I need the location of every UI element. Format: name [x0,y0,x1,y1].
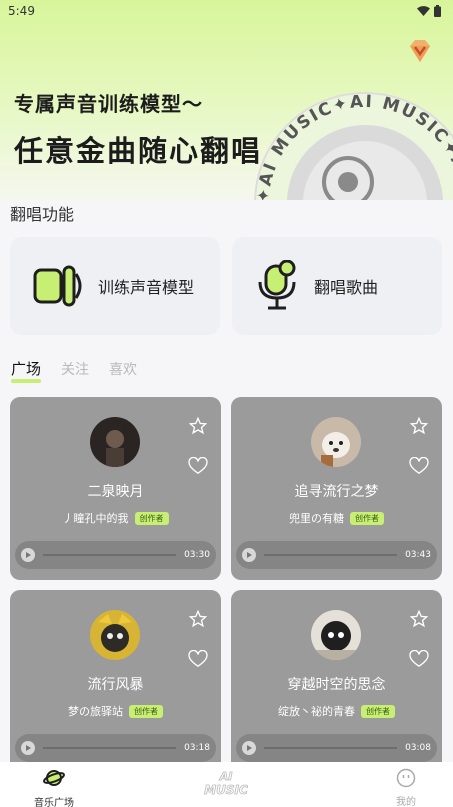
nav-music-square-label: 音乐广场 [34,798,74,807]
status-time: 5:49 [8,4,35,18]
song-card[interactable]: 穿越时空的思念 绽放丶祕的青春 创作者 03:08 [231,590,442,773]
song-title: 流行风暴 [87,677,144,693]
progress-bar[interactable] [264,747,398,749]
play-icon[interactable] [242,548,256,562]
ai-music-logo[interactable]: AI MUSIC [195,768,257,798]
song-duration: 03:08 [405,743,431,753]
play-icon[interactable] [242,741,256,755]
banner-title: 任意金曲随心翻唱 [14,134,263,168]
avatar[interactable] [90,417,140,467]
song-title: 追寻流行之梦 [294,484,379,500]
song-author[interactable]: 绽放丶祕的青春 [278,703,355,719]
avatar[interactable] [311,610,361,660]
cover-song-label: 翻唱歌曲 [314,278,379,297]
heart-icon[interactable] [409,457,429,475]
speaker-icon [33,265,82,307]
vinyl-disc-icon: ✦AI MUSIC✦AI MUSIC✦AI MUSIC✦ [254,92,453,200]
logo-music-text: MUSIC [204,783,248,797]
progress-bar[interactable] [264,554,398,556]
star-icon[interactable] [410,417,428,435]
nav-music-square[interactable]: 音乐广场 [24,762,84,807]
audio-player: 03:18 [15,734,216,762]
creator-badge: 创作者 [350,511,384,525]
train-voice-model-card[interactable]: 训练声音模型 [10,237,220,335]
play-icon[interactable] [21,741,35,755]
planet-icon [43,770,65,786]
banner-subtitle: 专属声音训练模型〜 [14,92,203,116]
train-voice-model-label: 训练声音模型 [98,278,195,297]
audio-player: 03:43 [236,541,437,569]
creator-badge: 创作者 [361,704,395,718]
tab-following[interactable]: 关注 [61,359,89,379]
star-icon[interactable] [410,610,428,628]
tab-square[interactable]: 广场 [11,358,42,383]
status-bar: 5:49 [0,0,453,22]
heart-icon[interactable] [188,457,208,475]
progress-bar[interactable] [43,554,177,556]
song-author[interactable]: 兜里の有糖 [289,510,344,526]
feed-tabs: 广场 关注 喜欢 [11,358,137,383]
cover-song-card[interactable]: 翻唱歌曲 [232,237,442,335]
song-title: 二泉映月 [87,484,144,500]
song-card[interactable]: 二泉映月 丿瞳孔中的我 创作者 03:30 [10,397,221,580]
song-duration: 03:18 [184,743,210,753]
star-icon[interactable] [189,610,207,628]
avatar[interactable] [311,417,361,467]
star-icon[interactable] [189,417,207,435]
promo-banner[interactable]: ✦AI MUSIC✦AI MUSIC✦AI MUSIC✦ 专属声音训练模型〜 任… [0,0,453,200]
bottom-nav: 音乐广场 AI MUSIC 我的 [0,762,453,807]
avatar[interactable] [90,610,140,660]
wifi-icon [417,6,430,16]
nav-profile[interactable]: 我的 [376,762,436,807]
cover-section-title: 翻唱功能 [10,205,75,224]
song-title: 穿越时空的思念 [287,677,386,693]
play-icon[interactable] [21,548,35,562]
creator-badge: 创作者 [129,704,163,718]
heart-icon[interactable] [188,650,208,668]
song-author[interactable]: 梦の旅驿站 [68,703,123,719]
song-author[interactable]: 丿瞳孔中的我 [63,510,129,526]
heart-icon[interactable] [409,650,429,668]
progress-bar[interactable] [43,747,177,749]
tab-liked[interactable]: 喜欢 [109,359,137,379]
song-card[interactable]: 流行风暴 梦の旅驿站 创作者 03:18 [10,590,221,773]
logo-ai-text: AI [219,770,233,783]
nav-profile-label: 我的 [396,797,416,807]
audio-player: 03:08 [236,734,437,762]
microphone-icon [258,260,296,310]
audio-player: 03:30 [15,541,216,569]
song-duration: 03:43 [405,550,431,560]
profile-face-icon [396,768,416,788]
song-duration: 03:30 [184,550,210,560]
song-card[interactable]: 追寻流行之梦 兜里の有糖 创作者 03:43 [231,397,442,580]
battery-icon [434,5,441,17]
creator-badge: 创作者 [134,511,169,525]
vip-diamond-icon[interactable] [405,36,435,66]
